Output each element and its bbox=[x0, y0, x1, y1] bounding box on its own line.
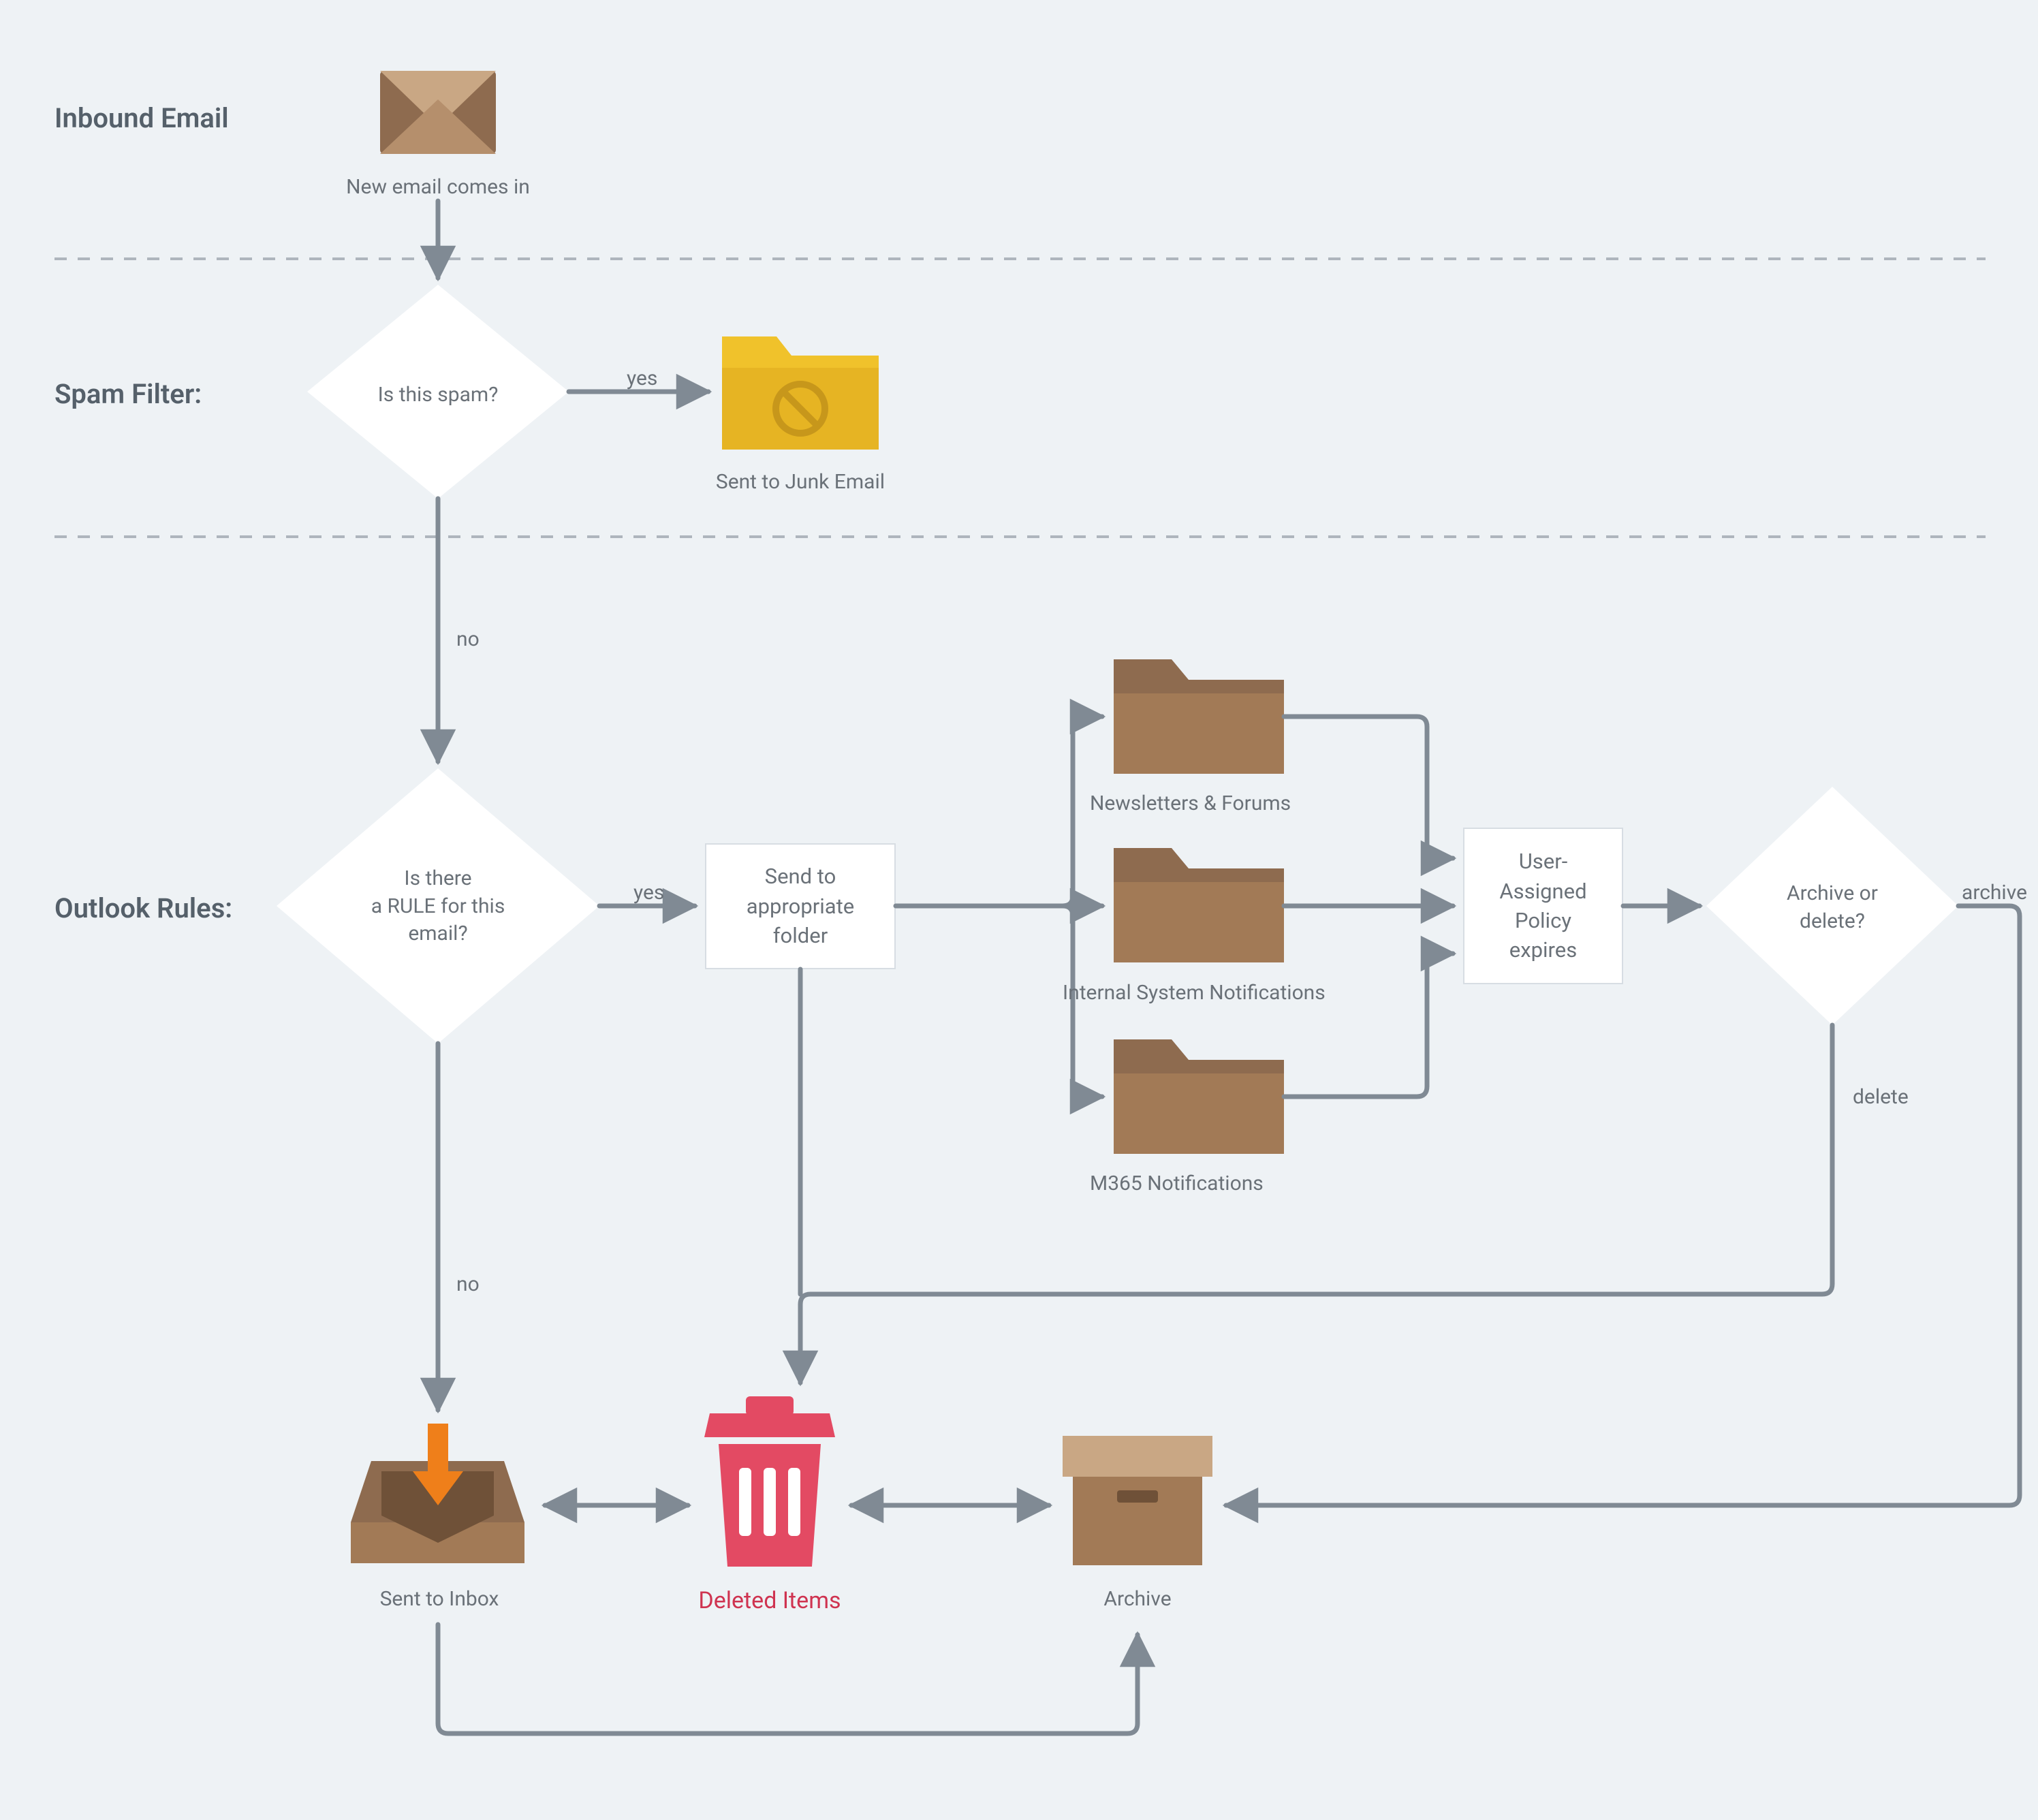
edge-decision-delete bbox=[800, 1025, 1832, 1383]
caption-junk: Sent to Junk Email bbox=[695, 469, 906, 497]
folder-junk-icon bbox=[722, 336, 879, 450]
caption-m365: M365 Notifications bbox=[1090, 1170, 1315, 1198]
rule-q-1: Is there bbox=[404, 866, 471, 890]
diagram-canvas: Inbound Email Spam Filter: Outlook Rules… bbox=[0, 0, 2038, 1820]
caption-archive: Archive bbox=[1063, 1586, 1212, 1614]
caption-is-spam: Is this spam? bbox=[354, 381, 522, 409]
caption-rule-q: Is there a RULE for this email? bbox=[334, 865, 542, 948]
edge-m365-to-policy bbox=[1284, 954, 1453, 1097]
rule-q-2: a RULE for this bbox=[371, 894, 505, 918]
trash-icon bbox=[704, 1396, 835, 1567]
folder-m365-icon bbox=[1114, 1039, 1284, 1154]
envelope-icon bbox=[380, 71, 496, 154]
label-archive: archive bbox=[1962, 881, 2027, 905]
edge-newsletters-to-policy bbox=[1284, 717, 1453, 858]
label-yes-2: yes bbox=[633, 881, 664, 905]
archive-box-icon bbox=[1063, 1436, 1212, 1565]
ad-2: delete? bbox=[1800, 909, 1865, 933]
folder-internal-icon bbox=[1114, 848, 1284, 962]
caption-deleted: Deleted Items bbox=[674, 1586, 865, 1617]
folder-newsletters-icon bbox=[1114, 659, 1284, 774]
edge-inbox-to-archive-loop bbox=[438, 1625, 1138, 1733]
rule-q-3: email? bbox=[408, 922, 467, 945]
inbox-icon bbox=[351, 1424, 524, 1563]
label-yes-1: yes bbox=[627, 366, 657, 390]
caption-newsletters: Newsletters & Forums bbox=[1090, 790, 1315, 818]
label-no-1: no bbox=[456, 627, 480, 651]
caption-inbox: Sent to Inbox bbox=[354, 1586, 524, 1614]
label-delete: delete bbox=[1853, 1085, 1909, 1109]
caption-internal: Internal System Notifications bbox=[1063, 979, 1362, 1007]
caption-archive-delete: Archive or delete? bbox=[1744, 880, 1921, 935]
ad-1: Archive or bbox=[1787, 881, 1878, 905]
caption-new-email: New email comes in bbox=[327, 174, 549, 202]
label-no-2: no bbox=[456, 1272, 480, 1296]
